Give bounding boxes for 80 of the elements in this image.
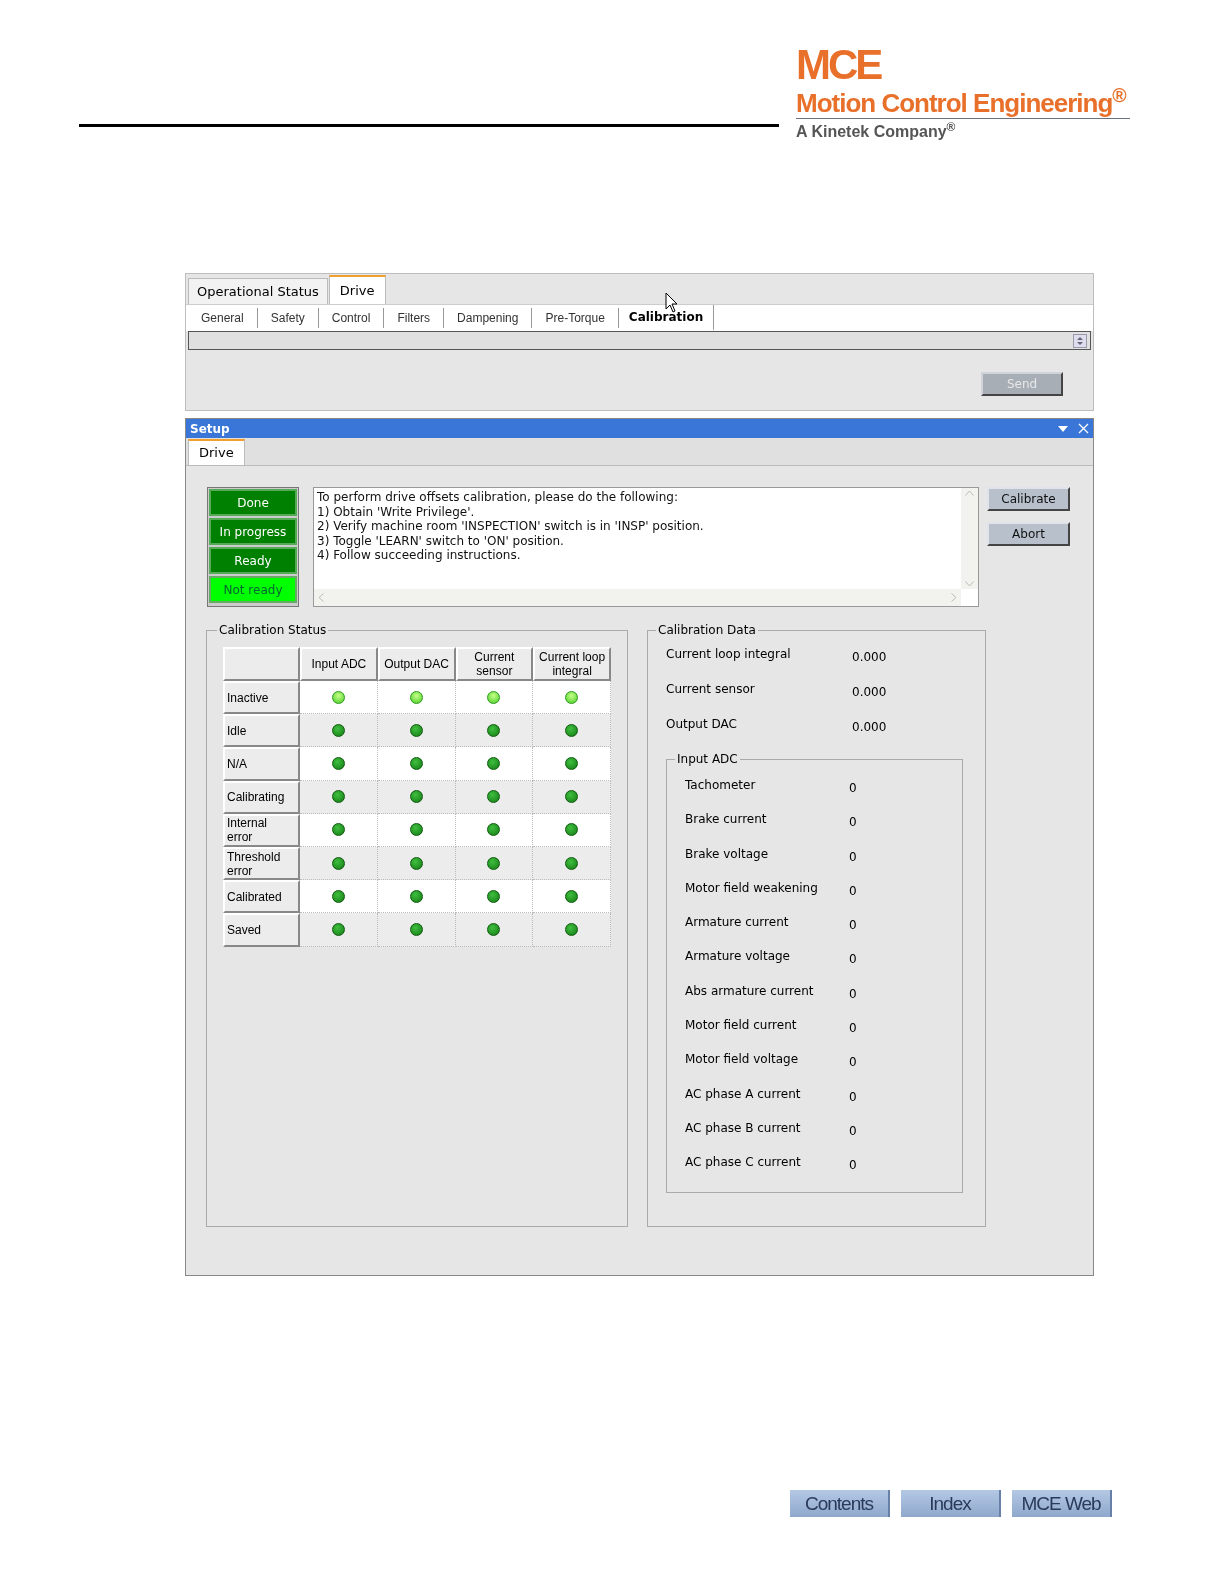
row-header: Calibrating xyxy=(223,780,300,814)
tab[interactable]: Drive xyxy=(328,275,386,304)
instruction-line: 4) Follow succeeding instructions. xyxy=(317,548,522,563)
status-lamp: Ready xyxy=(209,547,297,574)
data-value: 0 xyxy=(849,1157,857,1175)
status-lamp: Done xyxy=(209,489,297,516)
data-value: 0.000 xyxy=(852,719,887,736)
column-header: Current loop integral xyxy=(533,647,611,681)
action-button[interactable]: Abort xyxy=(987,522,1070,546)
column-header: Output DAC xyxy=(377,647,456,681)
row-header: Idle xyxy=(223,714,300,748)
data-value: 0.000 xyxy=(852,684,887,701)
data-label: Current loop integral xyxy=(666,646,792,663)
scroll-down-icon[interactable] xyxy=(965,581,974,587)
data-value: 0 xyxy=(849,1054,857,1072)
data-value: 0 xyxy=(849,848,857,866)
status-lamp: In progress xyxy=(209,518,297,545)
data-label: Motor field weakening xyxy=(685,879,819,897)
tab[interactable]: Control xyxy=(318,308,385,328)
instruction-line: 2) Verify machine room 'INSPECTION' switch is in 'INSP' position. xyxy=(317,519,705,534)
row-header: Saved xyxy=(223,913,300,947)
dropdown-icon[interactable] xyxy=(1058,425,1068,432)
data-label: Abs armature current xyxy=(685,982,815,1000)
tab[interactable]: General xyxy=(188,308,258,328)
scroll-left-icon[interactable] xyxy=(318,593,324,602)
data-label: Motor field voltage xyxy=(685,1051,800,1069)
data-label: Motor field current xyxy=(685,1017,798,1035)
row-header: Calibrated xyxy=(223,880,300,914)
row-header: Threshold error xyxy=(223,846,300,881)
data-value: 0.000 xyxy=(852,649,887,666)
nav-button[interactable]: Contents xyxy=(790,1490,890,1517)
company-tagline: A Kinetek Company$^{®}$ xyxy=(796,121,956,142)
data-value: 0 xyxy=(849,1122,857,1140)
row-header: N/A xyxy=(223,747,300,781)
data-value: 0 xyxy=(849,780,857,797)
group-title: Calibration Status xyxy=(218,622,328,639)
data-value: 0 xyxy=(849,882,857,900)
data-label: Output DAC xyxy=(666,716,738,733)
tab[interactable]: Operational Status xyxy=(188,278,328,304)
column-header: Current sensor xyxy=(455,647,534,681)
instruction-line: To perform drive offsets calibration, please do the following: xyxy=(317,490,679,505)
scroll-right-icon[interactable] xyxy=(951,593,957,602)
status-lamp: Not ready xyxy=(209,576,297,603)
data-label: Brake voltage xyxy=(685,845,770,863)
nav-button[interactable]: Index xyxy=(901,1490,1001,1517)
data-label: Tachometer xyxy=(685,777,757,794)
vertical-scrollbar[interactable] xyxy=(961,488,978,589)
data-label: Current sensor xyxy=(666,681,756,698)
data-value: 0 xyxy=(849,951,857,969)
data-value: 0 xyxy=(849,814,857,832)
spinner-icon[interactable] xyxy=(1073,333,1087,348)
scroll-up-icon[interactable] xyxy=(965,490,974,496)
window-title: Setup xyxy=(190,420,231,438)
close-icon[interactable] xyxy=(1078,423,1089,434)
data-label: AC phase B current xyxy=(685,1119,802,1137)
tab[interactable]: Filters xyxy=(384,308,445,328)
data-value: 0 xyxy=(849,917,857,935)
tab[interactable]: Dampening xyxy=(444,308,533,328)
data-value: 0 xyxy=(849,1020,857,1038)
data-label: Armature voltage xyxy=(685,948,791,966)
action-button[interactable]: Calibrate xyxy=(987,487,1070,511)
logo-mark: MCE xyxy=(796,46,881,84)
data-label: AC phase A current xyxy=(685,1085,802,1103)
tab[interactable]: Drive xyxy=(188,439,245,465)
group-title: Calibration Data xyxy=(657,622,757,639)
data-label: Brake current xyxy=(685,811,768,829)
company-name: Motion Control Engineering$^{®}$ xyxy=(796,88,1130,119)
nav-button[interactable]: MCE Web xyxy=(1012,1490,1112,1517)
row-header: Inactive xyxy=(223,681,300,715)
data-value: 0 xyxy=(849,985,857,1003)
tab[interactable]: Safety xyxy=(257,308,319,328)
tab[interactable]: Pre-Torque xyxy=(532,308,619,328)
data-value: 0 xyxy=(849,1088,857,1106)
instruction-line: 1) Obtain 'Write Privilege'. xyxy=(317,504,476,519)
column-header: Input ADC xyxy=(300,647,378,681)
instruction-line: 3) Toggle 'LEARN' switch to 'ON' position. xyxy=(317,533,565,548)
data-label: AC phase C current xyxy=(685,1154,802,1172)
data-label: Armature current xyxy=(685,914,790,932)
row-header: Internal error xyxy=(223,813,300,847)
group-title: Input ADC xyxy=(676,751,739,768)
